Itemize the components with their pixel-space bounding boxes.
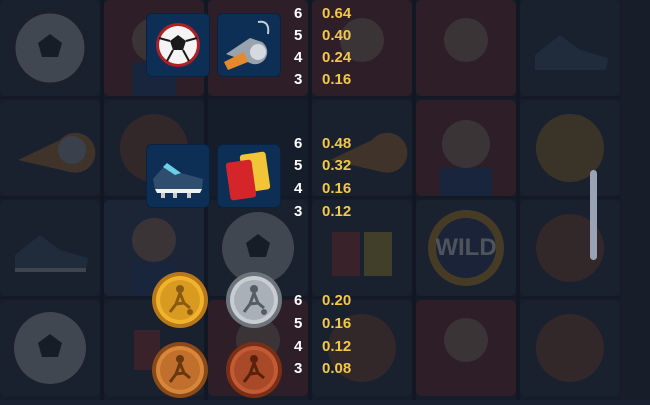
payout-value: 0.32 <box>322 157 352 174</box>
payout-value: 0.40 <box>322 27 352 44</box>
symbol-count: 6 <box>294 5 303 22</box>
symbol-count: 5 <box>294 315 303 332</box>
symbol-count: 6 <box>294 135 303 152</box>
payout-value: 0.16 <box>322 315 352 332</box>
symbol-count: 6 <box>294 292 303 309</box>
payout-row: 6 0.20 <box>294 290 351 311</box>
symbol-count: 3 <box>294 203 303 220</box>
payout-row: 4 0.24 <box>294 47 351 68</box>
symbol-count: 4 <box>294 49 303 66</box>
symbol-count: 4 <box>294 338 303 355</box>
payout-value: 0.16 <box>322 180 352 197</box>
football-boot-icon <box>147 145 209 207</box>
cards-icon <box>218 145 280 207</box>
silver-coin-icon <box>224 270 284 330</box>
payout-row: 4 0.16 <box>294 178 351 199</box>
payout-row: 5 0.40 <box>294 25 351 46</box>
payout-value: 0.08 <box>322 360 352 377</box>
payout-row: 6 0.64 <box>294 3 351 24</box>
payout-row: 3 0.16 <box>294 69 351 90</box>
payout-row: 4 0.12 <box>294 336 351 357</box>
payout-value: 0.12 <box>322 203 352 220</box>
whistle-icon <box>218 14 280 76</box>
symbol-count: 5 <box>294 157 303 174</box>
symbol-count: 4 <box>294 180 303 197</box>
scrollbar-track[interactable] <box>622 0 650 400</box>
symbol-count: 3 <box>294 71 303 88</box>
bronze-coin-icon <box>150 340 210 400</box>
symbol-count: 5 <box>294 27 303 44</box>
copper-coin-icon <box>224 340 284 400</box>
payout-value: 0.48 <box>322 135 352 152</box>
payout-row: 3 0.12 <box>294 201 351 222</box>
symbol-count: 3 <box>294 360 303 377</box>
payout-value: 0.20 <box>322 292 352 309</box>
payout-value: 0.64 <box>322 5 352 22</box>
payout-row: 5 0.32 <box>294 155 351 176</box>
payout-value: 0.16 <box>322 71 352 88</box>
gold-coin-icon <box>150 270 210 330</box>
payout-row: 6 0.48 <box>294 133 351 154</box>
soccer-ball-icon <box>147 14 209 76</box>
payout-value: 0.12 <box>322 338 352 355</box>
scrollbar-thumb[interactable] <box>590 170 597 260</box>
payout-row: 3 0.08 <box>294 358 351 379</box>
payout-row: 5 0.16 <box>294 313 351 334</box>
payout-value: 0.24 <box>322 49 352 66</box>
